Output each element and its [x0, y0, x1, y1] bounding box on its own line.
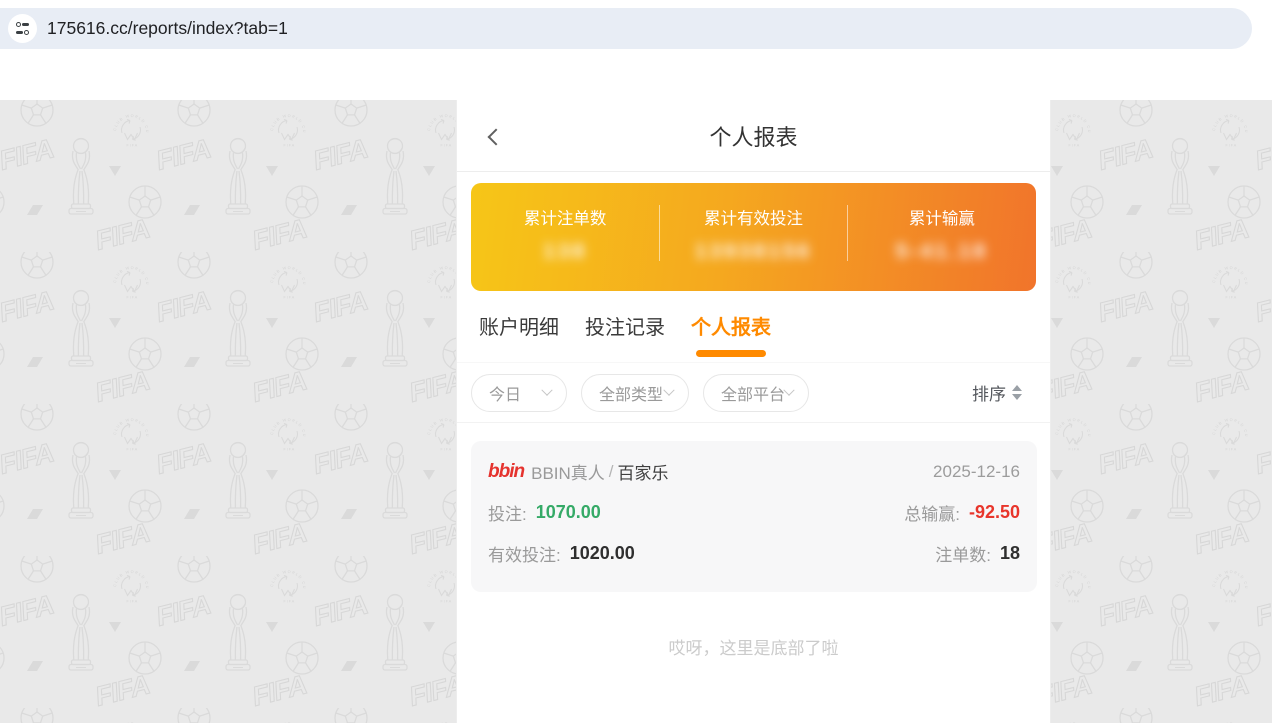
dropdown-label: 今日	[489, 386, 522, 404]
page-header: 个人报表	[457, 100, 1050, 172]
tab-personal-report[interactable]: 个人报表	[691, 311, 771, 362]
page-title: 个人报表	[709, 124, 798, 150]
stat-total-winloss: 累计输赢 5-41.18	[848, 183, 1036, 291]
record-date: 2025-12-16	[933, 461, 1020, 481]
tab-bar: 账户明细 投注记录 个人报表	[457, 291, 1050, 363]
chevron-down-icon	[663, 384, 675, 396]
filter-bar: 今日 全部类型 全部平台 排序	[457, 363, 1050, 423]
stat-value-redacted: 138	[543, 240, 588, 263]
bbin-logo: bbin	[488, 460, 525, 482]
dropdown-label: 全部平台	[721, 386, 786, 404]
back-button[interactable]	[481, 124, 507, 150]
stat-total-orders: 累计注单数 138	[471, 183, 659, 291]
url-text[interactable]: 175616.cc/reports/index?tab=1	[47, 18, 288, 39]
type-filter-dropdown[interactable]: 全部类型	[581, 373, 689, 412]
dropdown-label: 全部类型	[599, 386, 664, 404]
game-name: 百家乐	[617, 464, 669, 483]
sort-arrows-icon	[1012, 385, 1022, 400]
stat-label: 累计有效投注	[703, 210, 803, 228]
sort-button[interactable]: 排序	[972, 380, 1022, 405]
sort-label: 排序	[972, 385, 1006, 404]
stat-value-redacted: 13938156	[694, 240, 813, 263]
list-end-message: 哎呀，这里是底部了啦	[668, 639, 839, 658]
tab-bet-records[interactable]: 投注记录	[585, 311, 665, 362]
date-filter-dropdown[interactable]: 今日	[471, 373, 567, 412]
order-count-label: 注单数:	[935, 546, 991, 565]
winloss-value: -92.50	[968, 502, 1020, 522]
separator: /	[608, 461, 614, 481]
chevron-left-icon	[487, 128, 505, 146]
chevron-down-icon	[783, 384, 795, 396]
chevron-down-icon	[541, 384, 553, 396]
order-count-value: 18	[999, 543, 1020, 563]
site-controls-icon[interactable]	[8, 14, 37, 43]
winloss-label: 总输赢:	[904, 505, 960, 524]
divider	[659, 205, 661, 261]
valid-bet-value: 1020.00	[569, 543, 635, 563]
provider-name: BBIN真人	[531, 464, 605, 483]
stat-label: 累计输赢	[908, 210, 975, 228]
valid-bet-label: 有效投注:	[488, 546, 561, 565]
stat-label: 累计注单数	[523, 210, 607, 228]
summary-card: 累计注单数 138 累计有效投注 13938156 累计输赢 5-41.18	[471, 183, 1036, 291]
report-record-card[interactable]: bbin BBIN真人 / 百家乐 2025-12-16 投注: 1070.00…	[471, 441, 1037, 592]
tab-account-details[interactable]: 账户明细	[479, 311, 559, 362]
stat-total-valid-bets: 累计有效投注 13938156	[659, 183, 847, 291]
tune-icon	[16, 30, 29, 35]
report-panel: 个人报表 累计注单数 138 累计有效投注 13938156 累计输赢 5-41…	[456, 100, 1051, 723]
bet-label: 投注:	[488, 505, 527, 524]
tune-icon	[16, 22, 29, 27]
bet-value: 1070.00	[535, 502, 601, 522]
browser-url-bar[interactable]: 175616.cc/reports/index?tab=1	[0, 8, 1252, 49]
platform-filter-dropdown[interactable]: 全部平台	[703, 373, 809, 412]
stat-value-redacted: 5-41.18	[895, 240, 988, 263]
divider	[847, 205, 849, 261]
